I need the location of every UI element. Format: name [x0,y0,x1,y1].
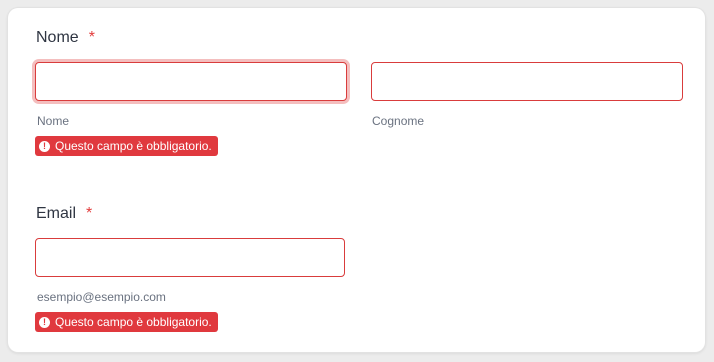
name-error-badge: ! Questo campo è obbligatorio. [35,136,218,156]
email-error-badge: ! Questo campo è obbligatorio. [35,312,218,332]
name-label-text: Nome [36,29,79,46]
exclamation-circle-icon: ! [39,140,50,152]
first-name-input[interactable] [35,62,347,101]
name-error-text: Questo campo è obbligatorio. [55,139,212,153]
last-name-input[interactable] [371,62,683,101]
required-asterisk: * [86,205,93,222]
form-card: Nome * Nome Cognome ! Questo campo è obb… [8,8,705,352]
email-field-label: Email * [36,205,92,223]
name-field-label: Nome * [36,29,95,47]
required-asterisk: * [88,29,95,46]
email-label-text: Email [36,205,77,222]
first-name-sublabel: Nome [37,114,70,128]
email-sublabel: esempio@esempio.com [37,290,166,304]
email-input[interactable] [35,238,345,277]
exclamation-circle-icon: ! [39,316,50,328]
last-name-sublabel: Cognome [372,114,425,128]
email-error-text: Questo campo è obbligatorio. [55,315,212,329]
